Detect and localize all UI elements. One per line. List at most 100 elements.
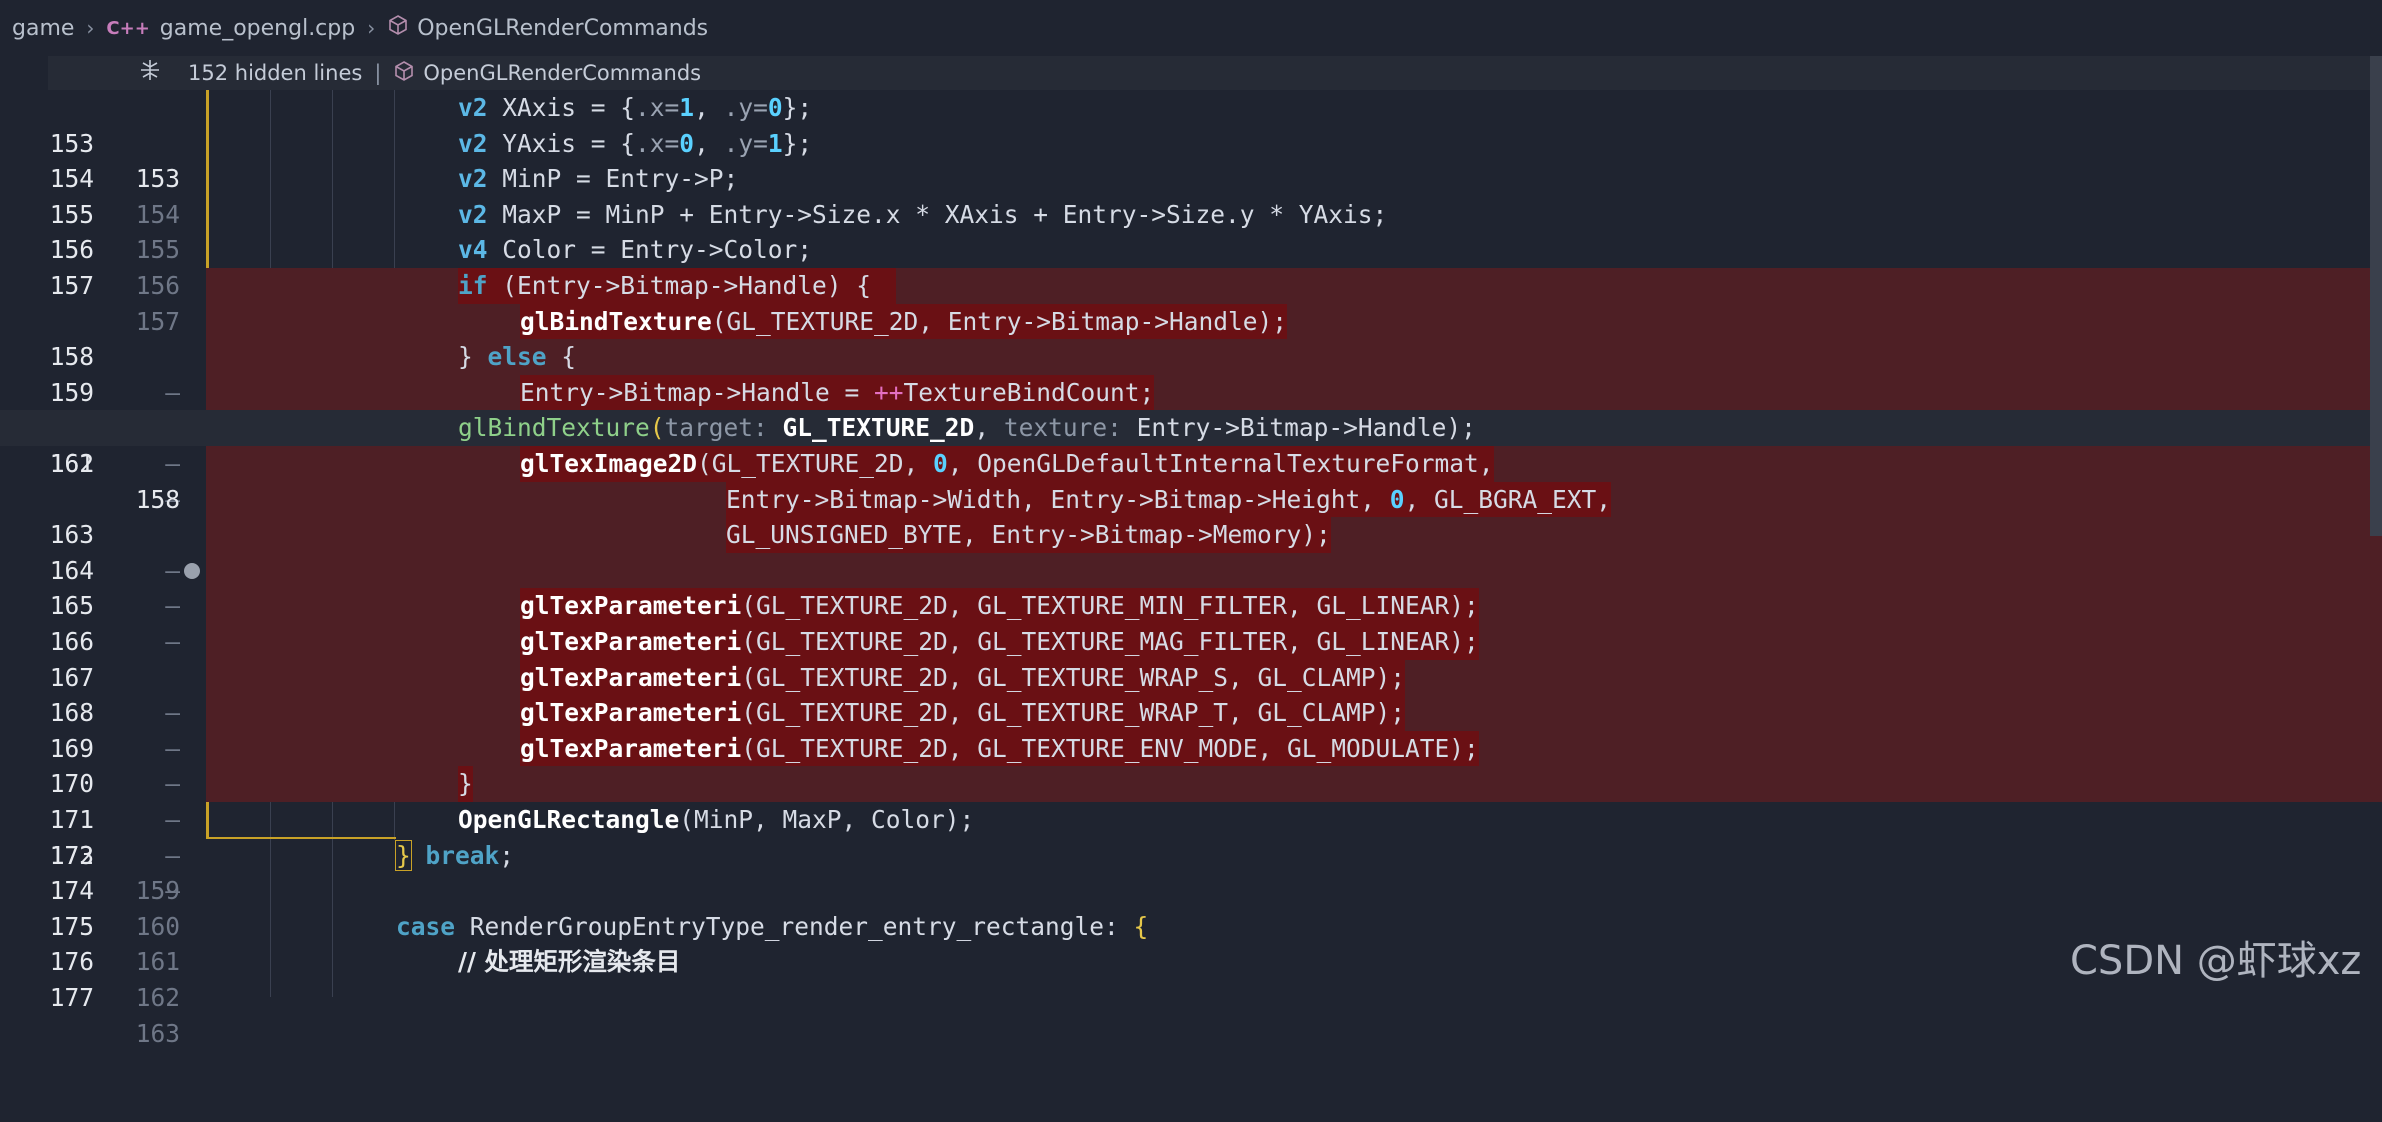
deleted-line-background [206, 552, 2382, 589]
code-line[interactable]: 173 159 OpenGLRectangle(MinP, MaxP, Colo… [0, 802, 2382, 905]
chevron-right-icon: › [367, 16, 376, 40]
code-line[interactable]: 155 155 v2 MinP = Entry->P; [0, 161, 2382, 264]
lightbulb-icon[interactable] [184, 562, 200, 579]
code-text: RenderGroupEntryType_render_entry_rectan… [455, 911, 1134, 941]
code-text: Entry->Bitmap->Handle [1121, 413, 1447, 443]
code-line-deleted[interactable]: 159 — glBindTexture(GL_TEXTURE_2D, Entry… [0, 303, 2382, 442]
code-text: { [546, 342, 577, 372]
code-line-deleted[interactable]: 160 — } else { [0, 339, 2382, 478]
code-text: ); [1446, 413, 1476, 443]
code-line-deleted[interactable]: 161 — Entry->Bitmap->Handle = ++TextureB… [0, 374, 2382, 514]
code-text: YAxis = { [487, 128, 636, 158]
function-name: glTexParameteri [520, 733, 742, 763]
code-text: .y= [723, 93, 768, 122]
line-number-modified: 162 [135, 982, 180, 1012]
code-line[interactable]: 153 153 v2 XAxis = {.x=1, .y=0}; [0, 90, 2382, 193]
code-line-deleted[interactable]: 168 — glTexParameteri(GL_TEXTURE_2D, GL_… [0, 624, 2382, 763]
function-name: glBindTexture [520, 306, 712, 336]
code-text: }; [782, 93, 813, 122]
code-line-deleted[interactable]: 167 — glTexParameteri(GL_TEXTURE_2D, GL_… [0, 588, 2382, 727]
number: 1 [679, 93, 695, 122]
type-keyword: v2 [458, 199, 488, 229]
keyword: case [396, 911, 456, 941]
code-line[interactable]: 175 161 [0, 873, 2382, 977]
breadcrumb-file[interactable]: game_opengl.cpp [160, 16, 355, 41]
code-text: } [458, 342, 488, 372]
number: 0 [933, 449, 948, 478]
code-text: (GL_TEXTURE_2D, Entry->Bitmap->Handle); [711, 306, 1288, 336]
function-name: glBindTexture [458, 413, 650, 443]
code-text: MaxP = MinP + Entry->Size.x * XAxis + En… [487, 199, 1388, 229]
code-line-deleted[interactable]: 166 [0, 552, 2382, 656]
breadcrumb-folder[interactable]: game [12, 16, 74, 41]
code-text: Entry->Bitmap->Handle = [520, 377, 875, 407]
number: 0 [679, 128, 695, 158]
operator: ++ [874, 377, 904, 407]
code-line-modified[interactable]: 162 158 glBindTexture(target: GL_TEXTURE… [0, 410, 2382, 514]
code-text: } [458, 769, 473, 799]
deleted-line-background [206, 766, 2382, 802]
code-line-deleted[interactable]: 158 — if (Entry->Bitmap->Handle) { [0, 268, 2382, 407]
code-text: (GL_TEXTURE_2D, GL_TEXTURE_MIN_FILTER, G… [741, 591, 1479, 621]
type-keyword: v2 [458, 128, 488, 158]
code-text: , OpenGLDefaultInternalTextureFormat, [947, 449, 1494, 478]
code-text: (GL_TEXTURE_2D, GL_TEXTURE_WRAP_T, GL_CL… [741, 698, 1406, 728]
code-text: ( [649, 413, 665, 443]
code-text: GL_TEXTURE_2D [767, 413, 975, 443]
code-text: , [694, 128, 724, 158]
code-line[interactable]: 174 160 } break; [0, 838, 2382, 941]
code-text: , GL_BGRA_EXT, [1404, 484, 1612, 514]
function-name: glTexParameteri [520, 627, 742, 656]
inlay-hint: target: [664, 413, 768, 443]
code-line[interactable]: 157 157 v4 Color = Entry->Color; [0, 232, 2382, 335]
code-line-deleted[interactable]: 169 — glTexParameteri(GL_TEXTURE_2D, GL_… [0, 659, 2382, 798]
hidden-bar-symbol[interactable]: OpenGLRenderCommands [423, 61, 701, 85]
code-text: .y= [723, 128, 768, 158]
code-line-deleted[interactable]: 164 — Entry->Bitmap->Width, Entry->Bitma… [0, 481, 2382, 620]
function-name: OpenGLRectangle [458, 805, 680, 834]
keyword: else [487, 342, 547, 372]
code-text: (GL_TEXTURE_2D, [697, 449, 934, 478]
code-line-deleted[interactable]: 165 — GL_UNSIGNED_BYTE, Entry->Bitmap->M… [0, 517, 2382, 656]
separator: | [374, 61, 382, 85]
vertical-scrollbar[interactable] [2370, 56, 2382, 536]
type-keyword: v2 [458, 93, 488, 122]
code-text: (MinP, MaxP, Color); [679, 805, 975, 834]
code-text: Entry->Bitmap->Width, Entry->Bitmap->Hei… [726, 484, 1390, 514]
hidden-lines-bar[interactable]: 152 hidden lines | OpenGLRenderCommands [48, 56, 2382, 90]
inlay-hint: texture: [1003, 413, 1122, 443]
symbol-cube-icon [387, 14, 409, 42]
code-text: }; [782, 128, 813, 158]
code-line[interactable]: 156 156 v2 MaxP = MinP + Entry->Size.x *… [0, 197, 2382, 300]
symbol-cube-icon [393, 60, 415, 87]
line-number-original: 177 [49, 982, 94, 1012]
code-text: MinP = Entry->P; [487, 164, 739, 194]
code-line[interactable]: 176 162 case RenderGroupEntryType_render… [0, 909, 2382, 1012]
code-line-deleted[interactable]: 171 — glTexParameteri(GL_TEXTURE_2D, GL_… [0, 730, 2382, 870]
hidden-lines-label[interactable]: 152 hidden lines [188, 61, 362, 85]
code-line[interactable]: 154 154 v2 YAxis = {.x=0, .y=1}; [0, 126, 2382, 229]
code-text: (GL_TEXTURE_2D, GL_TEXTURE_ENV_MODE, GL_… [741, 733, 1479, 763]
function-name: glTexImage2D [520, 449, 698, 478]
unfold-icon[interactable] [124, 58, 176, 88]
code-line[interactable]: 177 163 // 处理矩形渲染条目 [0, 944, 2382, 1047]
code-text: .x= [635, 93, 680, 122]
breadcrumb-symbol[interactable]: OpenGLRenderCommands [417, 16, 708, 41]
code-line-deleted[interactable]: 163 — glTexImage2D(GL_TEXTURE_2D, 0, Ope… [0, 446, 2382, 585]
cpp-file-icon: C++ [106, 17, 150, 39]
brace: } [395, 839, 412, 871]
code-text: GL_UNSIGNED_BYTE, Entry->Bitmap->Memory)… [726, 520, 1331, 550]
code-text: (GL_TEXTURE_2D, GL_TEXTURE_WRAP_S, GL_CL… [741, 662, 1406, 692]
breadcrumb: game › C++ game_opengl.cpp › OpenGLRende… [0, 0, 2382, 56]
number: 0 [767, 93, 783, 122]
function-name: glTexParameteri [520, 698, 742, 728]
code-line-deleted[interactable]: 170 — glTexParameteri(GL_TEXTURE_2D, GL_… [0, 695, 2382, 834]
code-text: XAxis = { [487, 93, 636, 122]
code-line-deleted[interactable]: 172 — } [0, 766, 2382, 905]
comment: // 处理矩形渲染条目 [458, 947, 681, 977]
function-name: glTexParameteri [520, 662, 742, 692]
code-editor[interactable]: 153 153 v2 XAxis = {.x=1, .y=0}; 154 154… [0, 90, 2382, 1048]
chevron-right-icon: › [86, 16, 95, 40]
code-text: (Entry->Bitmap->Handle) { [487, 271, 872, 300]
number: 0 [1389, 484, 1405, 514]
